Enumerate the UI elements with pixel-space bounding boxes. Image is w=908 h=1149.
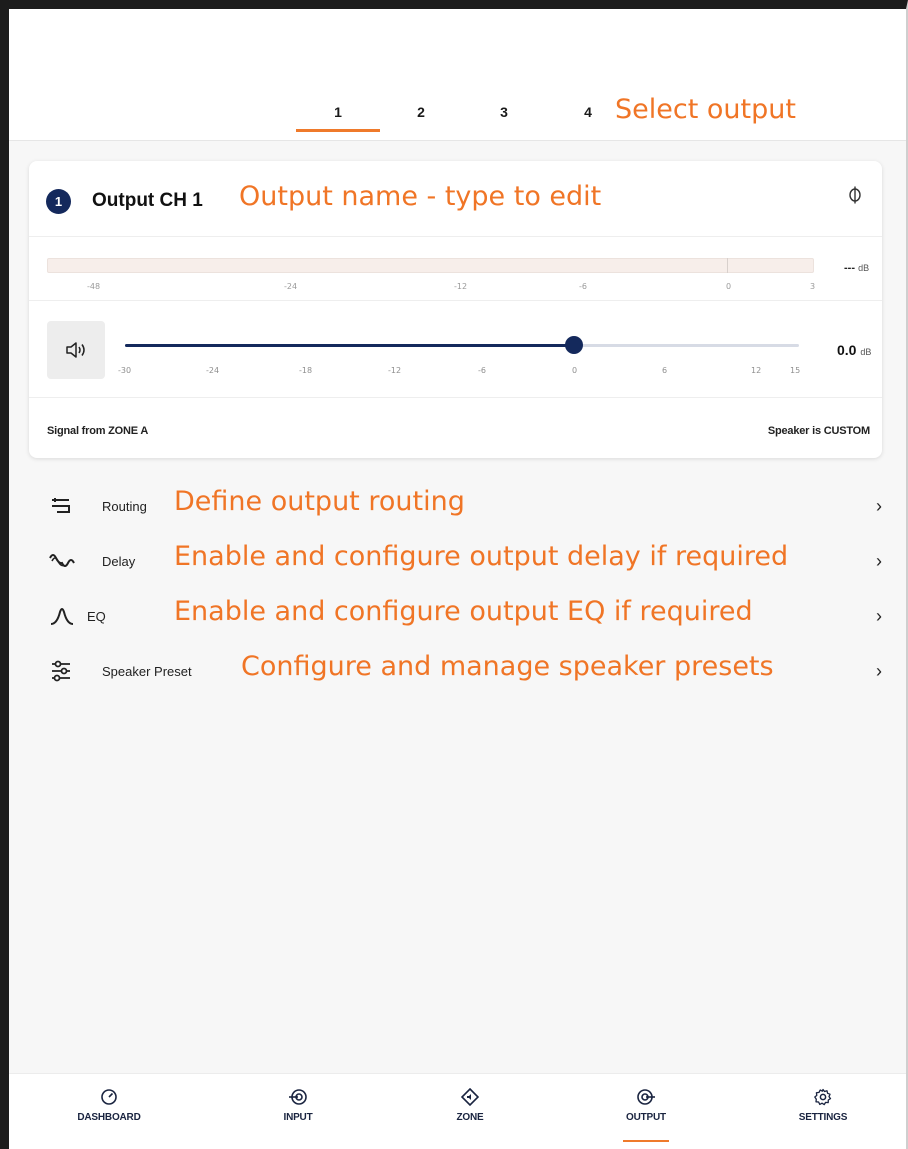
gauge-icon xyxy=(100,1088,118,1106)
chevron-right-icon: › xyxy=(876,551,882,571)
routing-icon xyxy=(49,494,75,518)
chevron-right-icon: › xyxy=(876,661,882,681)
annotation-routing: Define output routing xyxy=(174,486,465,517)
nav-input[interactable]: INPUT xyxy=(238,1084,358,1144)
menu-item-delay[interactable]: Delay Enable and configure output delay … xyxy=(29,541,882,581)
meter-tick-label: -48 xyxy=(87,282,101,291)
gain-slider[interactable] xyxy=(125,336,799,354)
card-divider xyxy=(29,397,882,398)
nav-zone[interactable]: ZONE xyxy=(410,1084,530,1144)
annotation-select-output: Select output xyxy=(615,94,796,125)
signal-source-label: Signal from ZONE A xyxy=(47,425,149,437)
annotation-delay: Enable and configure output delay if req… xyxy=(174,541,789,572)
gain-slider-handle[interactable] xyxy=(565,336,584,354)
menu-item-speaker-preset[interactable]: Speaker Preset Configure and manage spea… xyxy=(29,651,882,691)
menu-label-routing: Routing xyxy=(102,499,147,514)
mute-button[interactable] xyxy=(47,321,105,379)
menu-item-eq[interactable]: EQ Enable and configure output EQ if req… xyxy=(29,596,882,636)
nav-settings[interactable]: SETTINGS xyxy=(763,1084,883,1144)
menu-label-eq: EQ xyxy=(87,609,106,624)
nav-label-input: INPUT xyxy=(283,1112,313,1123)
gain-readout-unit: dB xyxy=(860,347,872,357)
gain-tick-label: -18 xyxy=(299,366,313,375)
gain-tick-label: 15 xyxy=(790,366,801,375)
meter-tick-label: -6 xyxy=(579,282,587,291)
chevron-right-icon: › xyxy=(876,606,882,626)
active-nav-indicator xyxy=(623,1140,669,1142)
level-meter xyxy=(47,258,814,273)
meter-readout: --- dB xyxy=(844,262,869,274)
main-content: 1 Output CH 1 Output name - type to edit… xyxy=(9,141,906,1073)
tab-output-2[interactable]: 2 xyxy=(406,104,436,120)
delay-icon xyxy=(49,549,75,573)
output-name-field[interactable]: Output CH 1 xyxy=(92,190,203,212)
meter-zero-marker xyxy=(727,258,728,273)
meter-readout-value: --- xyxy=(844,262,855,274)
gain-tick-label: 0 xyxy=(572,366,578,375)
menu-label-speaker-preset: Speaker Preset xyxy=(102,664,192,679)
output-number-badge: 1 xyxy=(46,189,71,214)
output-icon xyxy=(637,1088,655,1106)
meter-tick-label: -24 xyxy=(284,282,298,291)
gain-tick-label: -6 xyxy=(478,366,486,375)
annotation-eq: Enable and configure output EQ if requir… xyxy=(174,596,753,627)
phase-invert-icon xyxy=(847,186,863,208)
gain-tick-label: -12 xyxy=(388,366,402,375)
speaker-type-label: Speaker is CUSTOM xyxy=(767,425,870,437)
gain-tick-label: 6 xyxy=(662,366,668,375)
active-tab-indicator xyxy=(296,129,380,132)
input-icon xyxy=(289,1088,307,1106)
output-card: 1 Output CH 1 Output name - type to edit… xyxy=(29,161,882,458)
tab-output-1[interactable]: 1 xyxy=(323,104,353,120)
sliders-icon xyxy=(49,659,75,683)
speaker-volume-icon xyxy=(65,340,89,365)
bottom-nav: DASHBOARD INPUT ZONE OUTPUT SETTINGS xyxy=(9,1073,906,1149)
nav-dashboard[interactable]: DASHBOARD xyxy=(49,1084,169,1144)
menu-label-delay: Delay xyxy=(102,554,136,569)
tab-output-3[interactable]: 3 xyxy=(489,104,519,120)
phase-invert-button[interactable] xyxy=(840,185,870,215)
nav-label-dashboard: DASHBOARD xyxy=(77,1112,141,1123)
card-divider xyxy=(29,236,882,237)
output-tab-bar: 1 2 3 4 Select output xyxy=(9,9,906,141)
annotation-output-name: Output name - type to edit xyxy=(239,181,602,212)
zone-icon xyxy=(460,1087,480,1107)
gain-readout: 0.0 dB xyxy=(837,342,871,358)
gain-tick-label: -30 xyxy=(118,366,132,375)
gain-slider-fill xyxy=(125,344,575,347)
meter-readout-unit: dB xyxy=(858,263,870,273)
meter-tick-label: -12 xyxy=(454,282,468,291)
meter-tick-label: 3 xyxy=(810,282,816,291)
gain-tick-label: 12 xyxy=(751,366,762,375)
nav-label-output: OUTPUT xyxy=(626,1112,666,1123)
gain-readout-value: 0.0 xyxy=(837,342,857,358)
gain-tick-label: -24 xyxy=(206,366,220,375)
nav-output[interactable]: OUTPUT xyxy=(586,1084,706,1144)
menu-item-routing[interactable]: Routing Define output routing › xyxy=(29,486,882,526)
tab-output-4[interactable]: 4 xyxy=(573,104,603,120)
eq-icon xyxy=(49,604,75,628)
annotation-speaker-preset: Configure and manage speaker presets xyxy=(241,651,774,682)
nav-label-settings: SETTINGS xyxy=(798,1112,848,1123)
chevron-right-icon: › xyxy=(876,496,882,516)
gear-icon xyxy=(814,1088,832,1106)
card-divider xyxy=(29,300,882,301)
meter-tick-label: 0 xyxy=(726,282,732,291)
nav-label-zone: ZONE xyxy=(456,1112,484,1123)
